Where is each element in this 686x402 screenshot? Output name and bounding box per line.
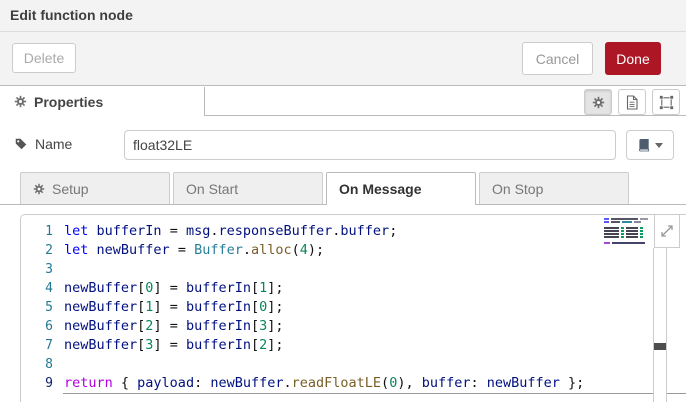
expand-editor-button[interactable] [654, 215, 680, 248]
chevron-down-icon [654, 142, 663, 148]
minimap-preview [604, 218, 648, 244]
tab-label: On Start [186, 180, 239, 197]
line-number: 2 [45, 243, 53, 258]
library-button[interactable] [626, 130, 674, 160]
gear-icon [592, 96, 605, 109]
tab-label: Setup [52, 180, 89, 197]
tab-label: On Message [339, 181, 422, 197]
delete-button[interactable]: Delete [12, 43, 76, 73]
code-line[interactable]: 7 newBuffer[3] = bufferIn[2]; [21, 336, 686, 355]
editor-view-buttons [584, 89, 680, 115]
properties-tab-bar: Properties [0, 87, 686, 116]
cancel-button[interactable]: Cancel [522, 42, 593, 75]
code-editor[interactable]: 1 let bufferIn = msg.responseBuffer.buffe… [20, 214, 686, 402]
object-group-icon [658, 94, 674, 110]
code-text: newBuffer[1] = bufferIn[0]; [64, 299, 284, 315]
code-text: newBuffer[0] = bufferIn[1]; [64, 280, 284, 296]
current-line-border [63, 393, 686, 394]
tag-icon [15, 138, 27, 150]
code-line[interactable]: 3 [21, 260, 686, 279]
function-tabs: Setup On Start On Message On Stop [0, 172, 686, 205]
line-number: 5 [45, 300, 53, 315]
code-text: return { payload: newBuffer.readFloatLE(… [64, 375, 585, 391]
line-number: 4 [45, 281, 53, 296]
file-icon [626, 94, 638, 110]
code-line[interactable]: 2 let newBuffer = Buffer.alloc(4); [21, 241, 686, 260]
line-number: 3 [45, 262, 53, 277]
dialog-toolbar: Delete Cancel Done [0, 32, 686, 86]
code-line[interactable]: 1 let bufferIn = msg.responseBuffer.buffe… [21, 222, 686, 241]
name-label: Name [14, 136, 72, 152]
line-number: 8 [45, 357, 53, 372]
vertical-scrollbar[interactable] [653, 248, 667, 402]
line-number: 9 [45, 376, 53, 391]
line-number: 1 [45, 224, 53, 239]
gear-icon [14, 95, 27, 108]
code-text: let newBuffer = Buffer.alloc(4); [64, 242, 325, 258]
code-line[interactable]: 6 newBuffer[2] = bufferIn[3]; [21, 317, 686, 336]
line-number: 7 [45, 338, 53, 353]
properties-tab-label: Properties [34, 93, 104, 110]
tab-on-start[interactable]: On Start [173, 172, 323, 204]
gear-icon [14, 95, 27, 108]
properties-view-button[interactable] [584, 89, 612, 115]
tab-properties[interactable]: Properties [0, 87, 205, 116]
dialog-header: Edit function node [0, 0, 686, 32]
expand-diagonal-icon [661, 225, 673, 237]
done-button[interactable]: Done [605, 42, 661, 75]
code-line[interactable]: 8 [21, 355, 686, 374]
tab-label: On Stop [492, 180, 544, 197]
code-lines: 1 let bufferIn = msg.responseBuffer.buffe… [21, 215, 686, 393]
tab-on-stop[interactable]: On Stop [479, 172, 629, 204]
name-label-text: Name [35, 136, 73, 152]
line-number: 6 [45, 319, 53, 334]
appearance-view-button[interactable] [652, 89, 680, 115]
edit-function-node-dialog: Edit function node Delete Cancel Done Pr… [0, 0, 686, 402]
code-line[interactable]: 4 newBuffer[0] = bufferIn[1]; [21, 279, 686, 298]
code-text: newBuffer[2] = bufferIn[3]; [64, 318, 284, 334]
dialog-title: Edit function node [10, 7, 133, 23]
book-icon [638, 138, 649, 152]
gear-icon [33, 183, 45, 194]
code-text: let bufferIn = msg.responseBuffer.buffer… [64, 223, 398, 239]
gear-icon [592, 96, 604, 108]
scrollbar-thumb[interactable] [654, 343, 666, 350]
name-input[interactable] [124, 130, 616, 160]
code-text: newBuffer[3] = bufferIn[2]; [64, 337, 284, 353]
tab-setup[interactable]: Setup [20, 172, 170, 204]
minimap[interactable] [602, 216, 652, 246]
name-field-row: Name [0, 116, 686, 172]
tab-on-message[interactable]: On Message [326, 172, 476, 205]
description-view-button[interactable] [618, 89, 646, 115]
code-line[interactable]: 5 newBuffer[1] = bufferIn[0]; [21, 298, 686, 317]
code-line[interactable]: 9 return { payload: newBuffer.readFloatLE… [21, 374, 686, 393]
